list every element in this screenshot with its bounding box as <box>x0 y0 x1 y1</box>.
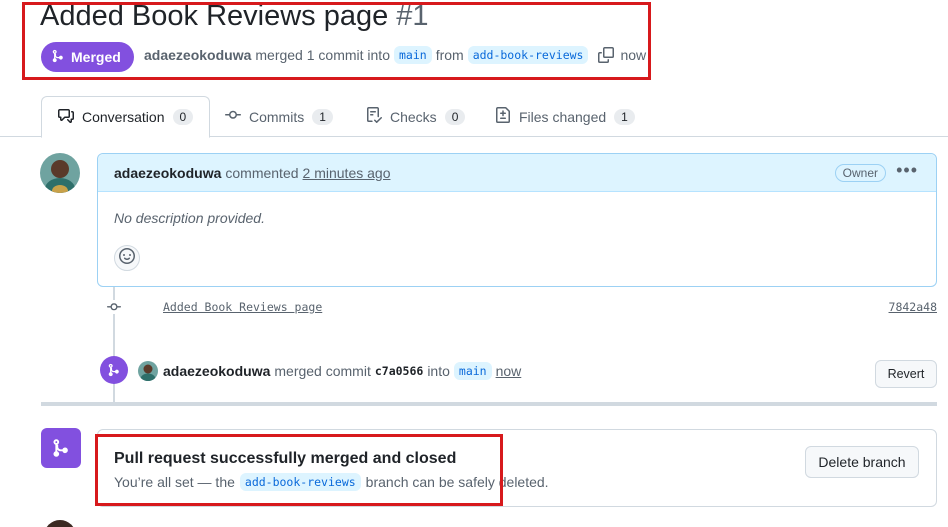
comment-author-link[interactable]: adaezeokoduwa <box>114 165 221 181</box>
avatar[interactable] <box>44 520 76 527</box>
tab-commits-count: 1 <box>312 108 333 125</box>
header-highlight-box <box>22 2 651 80</box>
revert-button[interactable]: Revert <box>875 360 937 388</box>
tab-commits-label: Commits <box>249 108 305 125</box>
tab-conversation-label: Conversation <box>82 109 165 125</box>
tab-files-changed-label: Files changed <box>519 108 607 125</box>
tab-conversation-count: 0 <box>172 109 194 125</box>
kebab-menu-icon[interactable]: ••• <box>896 160 918 181</box>
tab-checks-label: Checks <box>390 108 437 125</box>
merge-author-link[interactable]: adaezeokoduwa <box>163 363 270 379</box>
avatar[interactable] <box>138 361 158 381</box>
comment-header: adaezeokoduwa commented 2 minutes ago Ow… <box>98 154 936 192</box>
owner-badge: Owner <box>834 164 886 182</box>
merge-commit-sha-link[interactable]: c7a0566 <box>375 364 423 378</box>
git-merge-icon <box>100 356 128 384</box>
tab-files-changed[interactable]: Files changed 1 <box>495 96 635 137</box>
merge-event: adaezeokoduwa merged commit c7a0566 into… <box>163 362 521 380</box>
merge-branch-label[interactable]: main <box>453 362 492 380</box>
tab-checks-count: 0 <box>444 108 466 125</box>
comment-discussion-icon <box>58 108 74 127</box>
tab-checks[interactable]: Checks 0 <box>366 96 466 137</box>
git-merge-icon <box>41 428 81 468</box>
commit-sha-link[interactable]: 7842a48 <box>889 300 937 314</box>
merge-into-text: into <box>427 363 450 379</box>
smiley-icon <box>119 247 135 269</box>
commit-message-link[interactable]: Added Book Reviews page <box>163 300 322 314</box>
comment-card: adaezeokoduwa commented 2 minutes ago Ow… <box>97 153 937 287</box>
merge-time-link[interactable]: now <box>496 363 522 379</box>
pr-tabs: Conversation 0 Commits 1 Checks 0 Files … <box>0 96 948 138</box>
merge-action: merged commit <box>274 363 371 379</box>
tab-files-changed-count: 1 <box>614 108 635 125</box>
merged-highlight-box <box>95 434 503 506</box>
git-commit-icon <box>225 107 241 126</box>
checklist-icon <box>366 107 383 126</box>
git-commit-icon <box>107 300 121 314</box>
comment-action: commented <box>225 164 299 181</box>
timeline-divider <box>41 402 937 406</box>
add-reaction-button[interactable] <box>114 245 140 271</box>
file-diff-icon <box>495 107 511 126</box>
avatar[interactable] <box>40 153 80 193</box>
tab-commits[interactable]: Commits 1 <box>225 96 333 137</box>
delete-branch-button[interactable]: Delete branch <box>805 446 919 478</box>
comment-body: No description provided. <box>114 210 265 226</box>
tab-conversation[interactable]: Conversation 0 <box>41 96 211 138</box>
comment-time-link[interactable]: 2 minutes ago <box>303 165 391 181</box>
